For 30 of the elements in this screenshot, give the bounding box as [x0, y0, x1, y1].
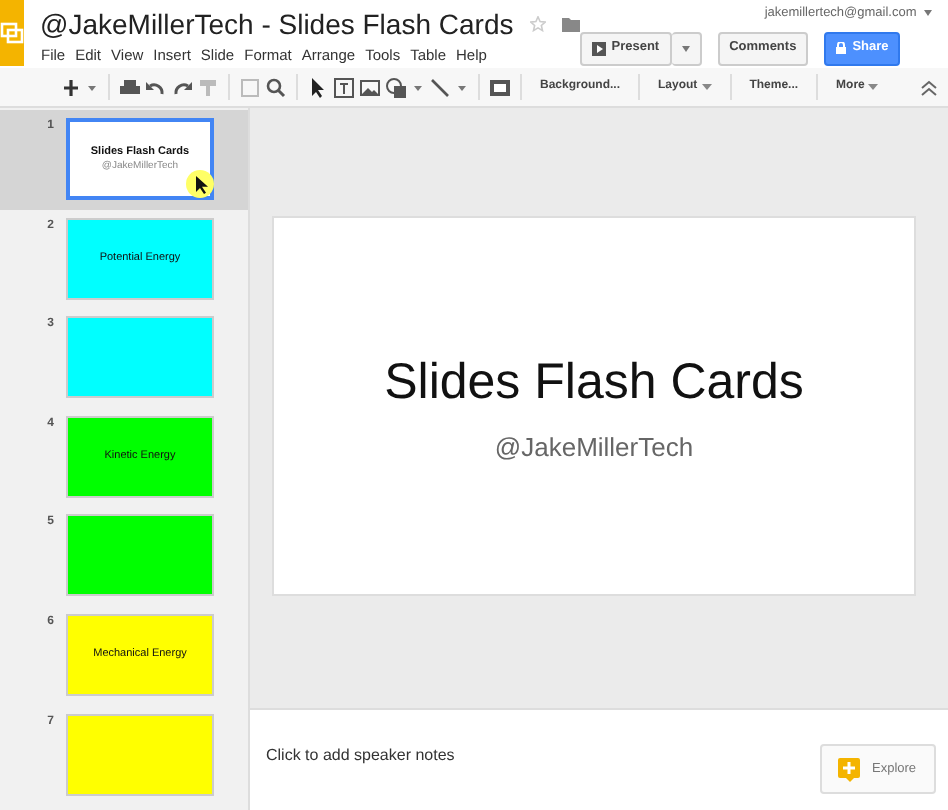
- text-box-icon[interactable]: [334, 77, 354, 97]
- print-icon[interactable]: [120, 77, 140, 97]
- zoom-icon[interactable]: [266, 77, 286, 97]
- caret-icon[interactable]: [868, 83, 879, 91]
- present-options-button[interactable]: [671, 31, 702, 66]
- slide-thumbnail[interactable]: [66, 316, 214, 399]
- slide-thumbnail[interactable]: [66, 514, 214, 597]
- folder-icon[interactable]: [561, 17, 580, 31]
- star-icon[interactable]: [529, 16, 546, 32]
- slide-title: Slides Flash Cards: [384, 351, 804, 413]
- redo-icon[interactable]: [172, 77, 192, 97]
- cursor-icon: [186, 170, 214, 198]
- slide-subtitle: @JakeMillerTech: [494, 430, 694, 466]
- present-icon: [591, 41, 606, 56]
- undo-icon[interactable]: [146, 77, 166, 97]
- lock-icon: [836, 42, 847, 55]
- document-title[interactable]: @JakeMillerTech - Slides Flash Cards: [40, 8, 514, 40]
- line-icon[interactable]: [430, 77, 450, 97]
- caret-icon: [681, 45, 690, 52]
- select-icon[interactable]: [308, 77, 328, 97]
- slide-canvas[interactable]: Slides Flash Cards @JakeMillerTech: [272, 216, 916, 596]
- slide-thumbnail[interactable]: [66, 713, 214, 796]
- new-slide-icon[interactable]: [62, 77, 80, 97]
- shape-icon[interactable]: [386, 77, 406, 97]
- explore-icon: [838, 757, 860, 781]
- image-icon[interactable]: [360, 77, 380, 97]
- comment-icon[interactable]: [490, 77, 510, 97]
- caret-icon[interactable]: [701, 83, 712, 91]
- caret-icon[interactable]: [924, 10, 933, 17]
- collapse-icon[interactable]: [920, 78, 939, 96]
